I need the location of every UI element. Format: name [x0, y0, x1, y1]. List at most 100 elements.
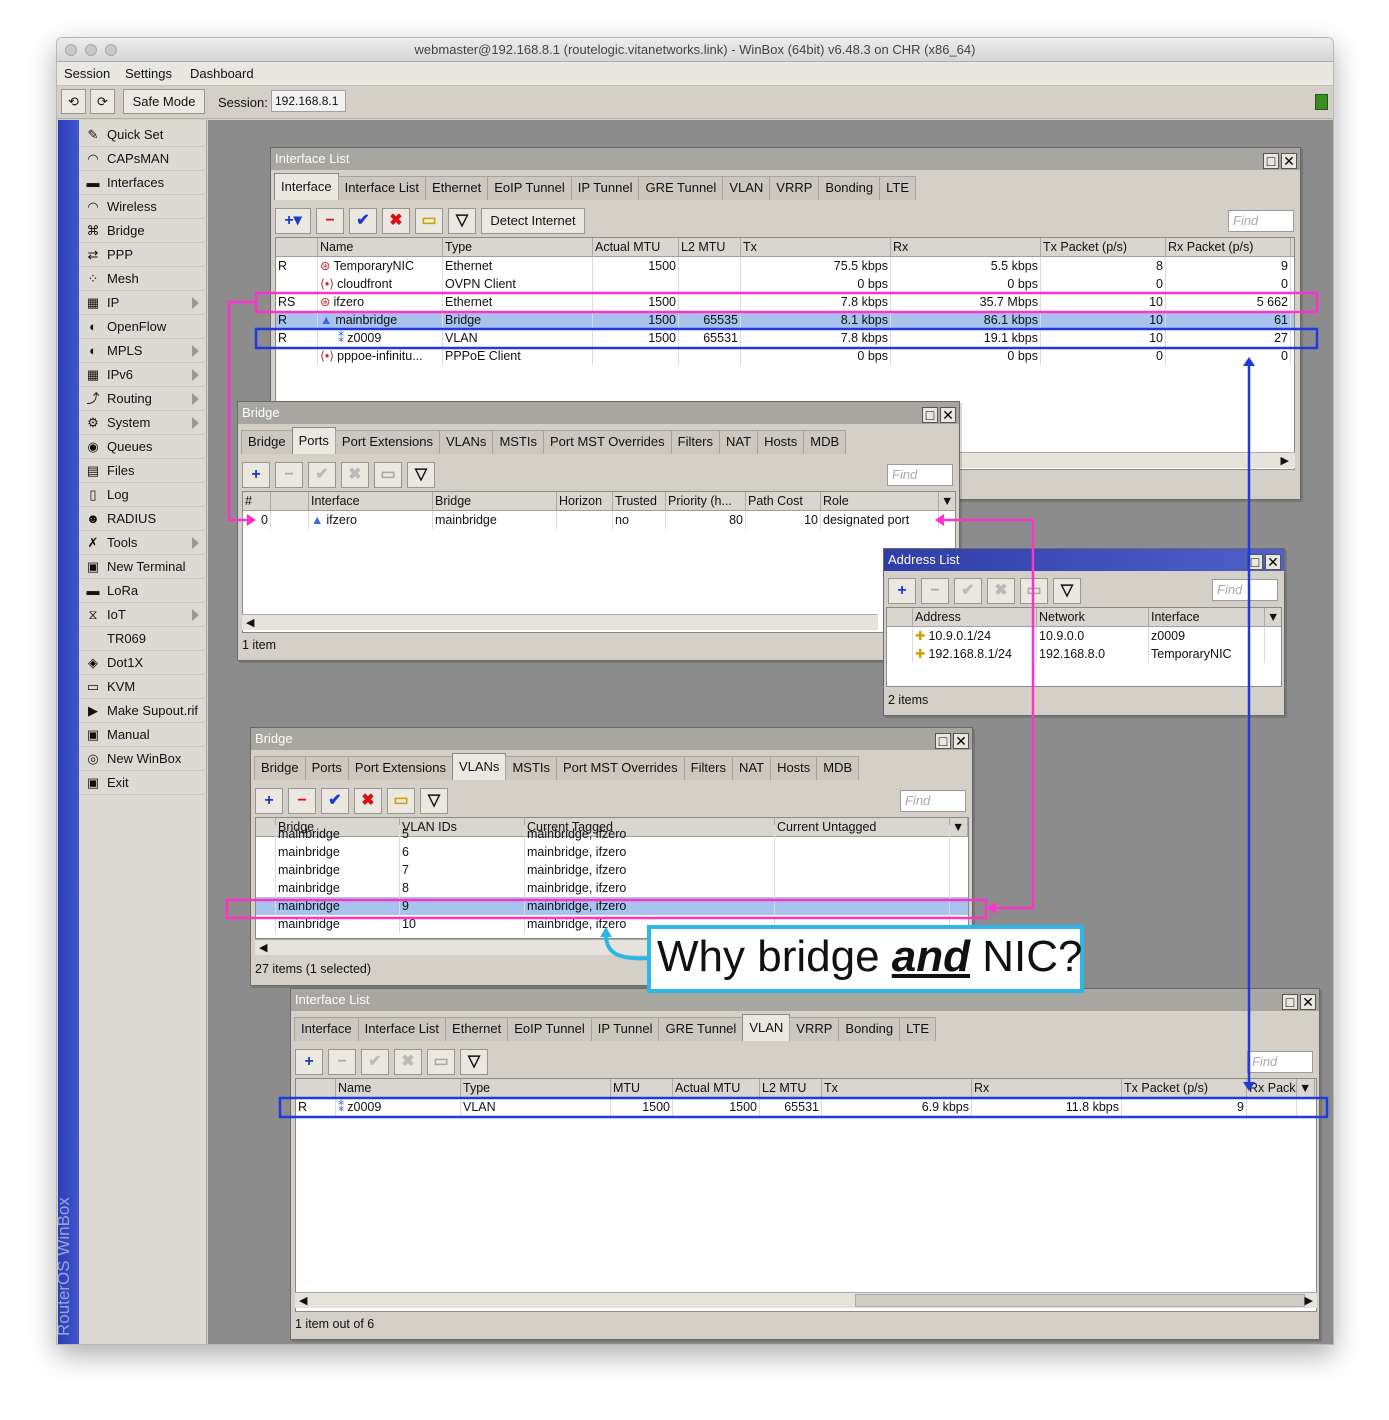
tab-hosts[interactable]: Hosts [770, 756, 818, 780]
tab-ip-tunnel[interactable]: IP Tunnel [570, 176, 640, 200]
sidebar-item-exit[interactable]: ▣ Exit [79, 771, 207, 795]
table-row[interactable]: R ⁑ z0009 VLAN 1500 65531 7.8 kbps 19.1 kbps 10 2… [276, 329, 1294, 347]
close-icon[interactable]: ✕ [1265, 554, 1281, 570]
maximize-icon[interactable]: □ [935, 733, 951, 749]
find-input[interactable]: Find [887, 464, 953, 486]
tab-ethernet[interactable]: Ethernet [425, 176, 489, 200]
tab-interface-list[interactable]: Interface List [337, 176, 427, 200]
column-header[interactable]: Name [336, 1079, 461, 1098]
comment-button[interactable]: ▭ [374, 462, 402, 488]
enable-button[interactable]: ✔ [361, 1049, 389, 1075]
add-button[interactable]: +▾ [275, 208, 311, 234]
sidebar-item-interfaces[interactable]: ▬ Interfaces [79, 171, 207, 195]
tab-lte[interactable]: LTE [899, 1017, 937, 1041]
table-row[interactable]: R ⊛ TemporaryNIC Ethernet 1500 75.5 kbps 5.5 k… [276, 257, 1294, 275]
comment-button[interactable]: ▭ [427, 1049, 455, 1075]
column-header[interactable]: Rx [972, 1079, 1122, 1098]
disable-button[interactable]: ✖ [382, 208, 410, 234]
columns-menu-icon[interactable]: ▼ [1265, 608, 1281, 627]
column-header[interactable]: Interface [309, 492, 433, 511]
column-header[interactable] [271, 492, 309, 511]
table-row[interactable]: R ▲ mainbridge Bridge 1500 65535 8.1 kbps 86.1 … [276, 311, 1294, 329]
filter-button[interactable]: ▽ [420, 788, 448, 814]
sidebar-item-quick-set[interactable]: ✎ Quick Set [79, 123, 207, 147]
tab-vlans[interactable]: VLANs [451, 753, 507, 780]
close-icon[interactable]: ✕ [940, 407, 956, 423]
column-header[interactable]: Interface [1149, 608, 1265, 627]
find-input[interactable]: Find [1228, 210, 1294, 232]
column-header[interactable]: Role [821, 492, 939, 511]
tab-vlan[interactable]: VLAN [722, 176, 771, 200]
columns-menu-icon[interactable]: ▼ [1291, 238, 1294, 257]
comment-button[interactable]: ▭ [1020, 578, 1048, 604]
tab-filters[interactable]: Filters [683, 756, 734, 780]
disable-button[interactable]: ✖ [987, 578, 1015, 604]
tab-bridge[interactable]: Bridge [241, 430, 293, 454]
disable-button[interactable]: ✖ [394, 1049, 422, 1075]
tab-ip-tunnel[interactable]: IP Tunnel [590, 1017, 660, 1041]
tab-vlans[interactable]: VLANs [438, 430, 494, 454]
sidebar-item-manual[interactable]: ▣ Manual [79, 723, 207, 747]
column-header[interactable]: Trusted [613, 492, 666, 511]
sidebar-item-files[interactable]: ▤ Files [79, 459, 207, 483]
column-header[interactable] [887, 608, 913, 627]
menu-session[interactable]: Session [64, 66, 110, 81]
tab-vrrp[interactable]: VRRP [769, 176, 820, 200]
columns-menu-icon[interactable]: ▼ [1297, 1079, 1315, 1098]
sidebar-item-queues[interactable]: ◉ Queues [79, 435, 207, 459]
tab-port-mst-overrides[interactable]: Port MST Overrides [543, 430, 672, 454]
sidebar-item-log[interactable]: ▯ Log [79, 483, 207, 507]
table-row[interactable]: ⟨•⟩ pppoe-infinitu... PPPoE Client 0 bps 0 b… [276, 347, 1294, 365]
table-row[interactable]: R ⁑ z0009 VLAN 1500 1500 65531 6.9 kbps 11.8 kbp… [296, 1098, 1316, 1116]
column-header[interactable] [296, 1079, 336, 1098]
column-header[interactable]: Actual MTU [593, 238, 679, 257]
detect-internet-button[interactable]: Detect Internet [481, 208, 585, 234]
add-button[interactable]: + [242, 462, 270, 488]
tab-mdb[interactable]: MDB [816, 756, 860, 780]
column-header[interactable]: MTU [611, 1079, 673, 1098]
column-header[interactable]: Tx [741, 238, 891, 257]
tab-lte[interactable]: LTE [879, 176, 917, 200]
redo-button[interactable]: ⟳ [90, 89, 115, 114]
table-row[interactable]: ✚ 10.9.0.1/24 10.9.0.0 z0009 [887, 627, 1281, 645]
minimize-traffic-light[interactable] [85, 44, 97, 56]
table-row[interactable]: ⟨•⟩ cloudfront OVPN Client 0 bps 0 bps 0 0 [276, 275, 1294, 293]
tab-filters[interactable]: Filters [670, 430, 721, 454]
column-header[interactable]: Tx Packet (p/s) [1122, 1079, 1247, 1098]
sidebar-item-radius[interactable]: ☻ RADIUS [79, 507, 207, 531]
tab-interface[interactable]: Interface [294, 1017, 359, 1041]
tab-vlan[interactable]: VLAN [742, 1014, 791, 1041]
close-icon[interactable]: ✕ [1281, 153, 1297, 169]
enable-button[interactable]: ✔ [349, 208, 377, 234]
sidebar-item-ppp[interactable]: ⇄ PPP [79, 243, 207, 267]
table-row[interactable]: mainbridge 5 mainbridge, ifzero [256, 825, 968, 843]
add-button[interactable]: + [255, 788, 283, 814]
tab-hosts[interactable]: Hosts [757, 430, 805, 454]
column-header[interactable]: # [243, 492, 271, 511]
tab-ethernet[interactable]: Ethernet [445, 1017, 509, 1041]
tab-gre-tunnel[interactable]: GRE Tunnel [638, 176, 724, 200]
filter-button[interactable]: ▽ [1053, 578, 1081, 604]
tab-bonding[interactable]: Bonding [818, 176, 881, 200]
table-row[interactable]: RS ⊛ ifzero Ethernet 1500 7.8 kbps 35.7 Mbps 10… [276, 293, 1294, 311]
scroll-left-icon[interactable]: ◀ [259, 941, 267, 954]
comment-button[interactable]: ▭ [387, 788, 415, 814]
filter-button[interactable]: ▽ [448, 208, 476, 234]
sidebar-item-routing[interactable]: ⤴ Routing [79, 387, 207, 411]
tab-ports[interactable]: Ports [304, 756, 349, 780]
sidebar-item-wireless[interactable]: ◠ Wireless [79, 195, 207, 219]
tab-port-extensions[interactable]: Port Extensions [334, 430, 440, 454]
column-header[interactable]: L2 MTU [760, 1079, 822, 1098]
column-header[interactable]: Priority (h... [666, 492, 746, 511]
menu-dashboard[interactable]: Dashboard [190, 66, 254, 81]
find-input[interactable]: Find [1247, 1051, 1313, 1073]
column-header[interactable]: Horizon [557, 492, 613, 511]
sidebar-item-system[interactable]: ⚙ System [79, 411, 207, 435]
maximize-icon[interactable]: □ [1247, 554, 1263, 570]
undo-button[interactable]: ⟲ [61, 89, 86, 114]
tab-nat[interactable]: NAT [719, 430, 759, 454]
horizontal-scrollbar[interactable]: ◀ [242, 614, 878, 630]
sidebar-item-ip[interactable]: ▦ IP [79, 291, 207, 315]
tab-bridge[interactable]: Bridge [254, 756, 306, 780]
column-header[interactable]: Name [318, 238, 443, 257]
